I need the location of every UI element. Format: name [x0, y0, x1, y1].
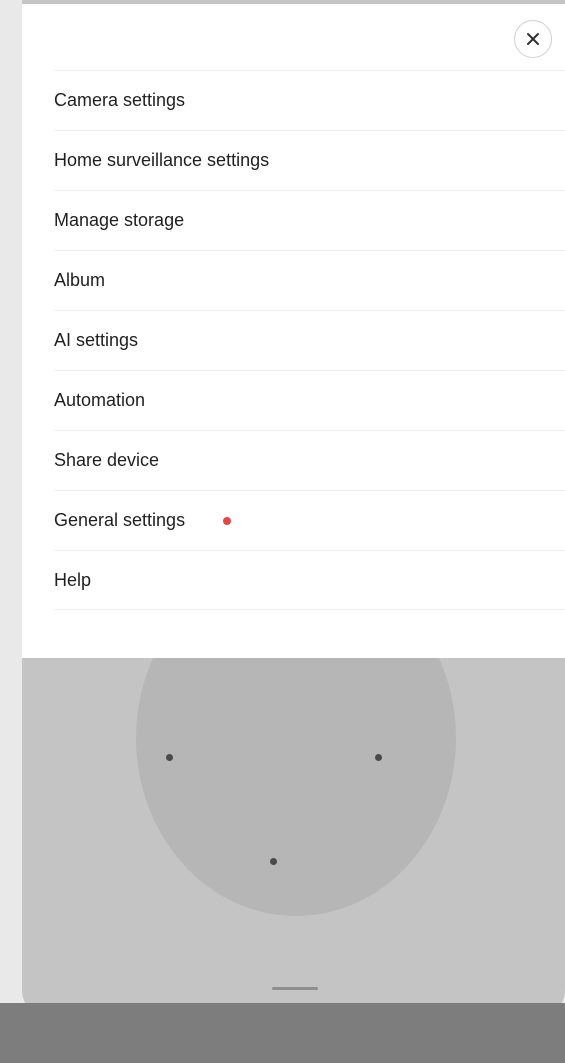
notification-badge	[223, 517, 232, 525]
menu-item-ai-settings[interactable]: AI settings	[54, 310, 565, 370]
menu-item-label: General settings	[54, 510, 186, 530]
settings-menu-sheet: Camera settings Home surveillance settin…	[22, 4, 565, 658]
menu-item-home-surveillance-settings[interactable]: Home surveillance settings	[54, 130, 565, 190]
camera-sensor-dot	[270, 858, 277, 865]
menu-item-help[interactable]: Help	[54, 550, 565, 610]
camera-sensor-dot	[166, 754, 173, 761]
menu-item-label: Camera settings	[54, 90, 186, 110]
menu-item-label: Help	[54, 569, 92, 590]
menu-item-label: Share device	[54, 450, 160, 470]
menu-item-camera-settings[interactable]: Camera settings	[54, 70, 565, 130]
close-button[interactable]	[514, 20, 552, 58]
system-navigation-bar	[0, 1003, 565, 1063]
menu-item-label: Album	[54, 270, 106, 290]
home-indicator[interactable]	[272, 987, 318, 990]
camera-sensor-dot	[375, 754, 382, 761]
settings-menu-list: Camera settings Home surveillance settin…	[54, 70, 565, 610]
menu-item-label: Manage storage	[54, 210, 185, 230]
menu-item-share-device[interactable]: Share device	[54, 430, 565, 490]
menu-item-label: Automation	[54, 390, 146, 410]
menu-item-automation[interactable]: Automation	[54, 370, 565, 430]
menu-item-label: Home surveillance settings	[54, 150, 270, 170]
menu-item-general-settings[interactable]: General settings	[54, 490, 565, 550]
menu-item-label: AI settings	[54, 330, 139, 350]
menu-item-album[interactable]: Album	[54, 250, 565, 310]
close-icon	[527, 33, 539, 45]
left-gutter	[0, 0, 22, 1063]
menu-item-manage-storage[interactable]: Manage storage	[54, 190, 565, 250]
